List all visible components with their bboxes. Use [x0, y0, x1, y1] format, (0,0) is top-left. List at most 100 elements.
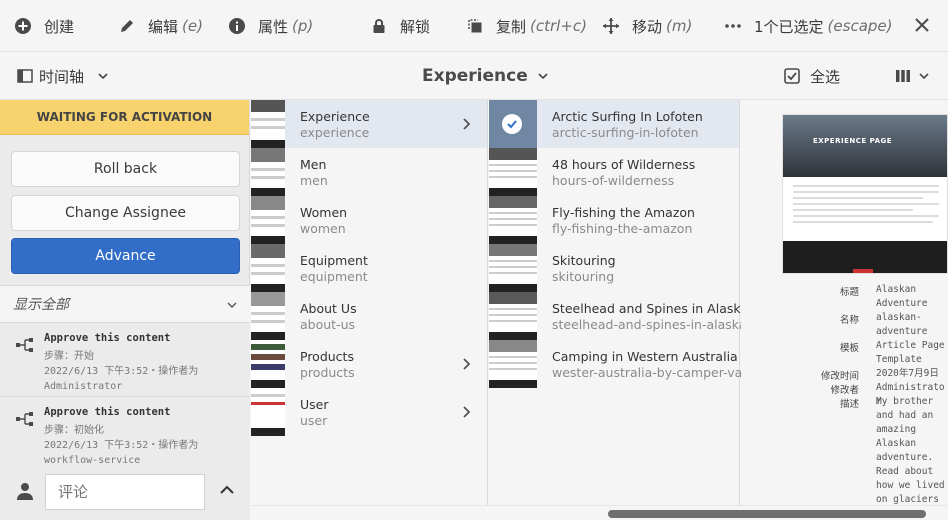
meta-value: My brother and had an amazing Alaskan ad… [876, 396, 945, 505]
column-item[interactable]: Steelhead and Spines in Alaska steelhead… [489, 292, 748, 340]
meta-label: 模板 [839, 343, 859, 354]
page-thumbnail [251, 244, 285, 292]
properties-label: 属性 [258, 17, 289, 36]
chevron-down-icon [538, 73, 548, 80]
entry-actor: workflow-service [44, 455, 141, 466]
meta-value: Article Page Template [876, 340, 945, 365]
checkbox-icon [784, 68, 800, 84]
advance-button[interactable]: Advance [11, 238, 240, 274]
page-thumbnail [489, 196, 537, 244]
chevron-right-icon [463, 358, 471, 370]
edit-label: 编辑 [148, 17, 179, 36]
item-name: user [300, 413, 328, 428]
page-title: Experience [422, 66, 528, 86]
copy-button[interactable]: 复制 (ctrl+c) [466, 0, 587, 52]
create-label: 创建 [44, 17, 75, 36]
move-shortcut: (m) [666, 17, 693, 35]
copy-label: 复制 [496, 17, 527, 36]
column-item[interactable]: About Us about-us [251, 292, 487, 340]
chevron-down-icon [919, 73, 929, 80]
chevron-down-icon [98, 73, 108, 80]
view-switcher[interactable] [895, 52, 929, 100]
column-item[interactable]: User user [251, 388, 487, 436]
edit-shortcut: (e) [182, 17, 203, 35]
workflow-icon [16, 338, 33, 352]
entry-details: 步骤：初始化 2022/6/13 下午3:52・操作者为 workflow-se… [44, 423, 198, 468]
meta-value: Alaskan Adventure [876, 284, 928, 309]
column-item[interactable]: Equipment equipment [251, 244, 487, 292]
column-item[interactable]: Men men [251, 148, 487, 196]
column-item[interactable]: 48 hours of Wilderness hours-of-wilderne… [489, 148, 739, 196]
item-name: skitouring [552, 269, 615, 284]
comment-bar [0, 470, 250, 520]
meta-value: alaskan-adventure [876, 312, 928, 337]
item-title: Camping in Western Australia [552, 349, 738, 364]
column-item[interactable]: Skitouring skitouring [489, 244, 739, 292]
page-thumbnail [251, 196, 285, 244]
info-icon [228, 17, 246, 35]
chevron-up-icon[interactable] [220, 485, 234, 495]
item-title: Steelhead and Spines in Alaska [552, 301, 749, 316]
properties-button[interactable]: 属性 (p) [228, 0, 313, 52]
column-item[interactable]: Camping in Western Australia wester-aust… [489, 340, 750, 388]
action-bar: 创建 编辑 (e) 属性 (p) 解锁 复制 (ctrl+c) 移动 (m) 1… [0, 0, 948, 52]
chevron-right-icon [463, 406, 471, 418]
rollback-button[interactable]: Roll back [11, 151, 240, 187]
item-title: Women [300, 205, 348, 220]
breadcrumb-title[interactable]: Experience [422, 52, 548, 100]
column-item[interactable]: Women women [251, 196, 487, 244]
preview-thumbnail: EXPERIENCE PAGE [782, 114, 948, 274]
timeline-rail: WAITING FOR ACTIVATION Roll back Change … [0, 100, 250, 520]
timeline-entry[interactable]: Approve this content 步骤：初始化 2022/6/13 下午… [0, 397, 250, 471]
timeline-toggle[interactable]: 时间轴 [17, 52, 108, 100]
entry-step: 步骤：开始 [44, 351, 94, 362]
workflow-icon [16, 412, 33, 426]
page-thumbnail [489, 340, 537, 388]
select-all-button[interactable]: 全选 [784, 52, 840, 100]
horizontal-scrollbar[interactable] [251, 505, 948, 520]
item-title: User [300, 397, 329, 412]
meta-value: 2020年7月9日 [876, 368, 939, 379]
copy-icon [466, 17, 484, 35]
entry-time: 2022/6/13 下午3:52・操作者为 [44, 366, 199, 377]
show-all-filter[interactable]: 显示全部 [0, 285, 250, 323]
item-title: Men [300, 157, 327, 172]
item-name: equipment [300, 269, 368, 284]
change-assignee-button[interactable]: Change Assignee [11, 195, 240, 231]
item-name: men [300, 173, 328, 188]
more-icon [724, 17, 742, 35]
properties-shortcut: (p) [292, 17, 314, 35]
meta-label: 名称 [839, 315, 859, 326]
item-name: arctic-surfing-in-lofoten [552, 125, 699, 140]
page-thumbnail [489, 148, 537, 196]
scrollbar-thumb[interactable] [608, 510, 926, 518]
workflow-status-banner: WAITING FOR ACTIVATION [0, 100, 249, 135]
comment-input[interactable] [45, 474, 205, 510]
item-title: About Us [300, 301, 357, 316]
selection-count[interactable]: 1个已选定 (escape) [724, 0, 892, 52]
column-item[interactable]: Arctic Surfing In Lofoten arctic-surfing… [489, 100, 739, 148]
view-bar: 时间轴 Experience 全选 [0, 52, 948, 100]
meta-label: 标题 [839, 287, 859, 298]
entry-actor: Administrator [44, 381, 123, 392]
edit-button[interactable]: 编辑 (e) [118, 0, 203, 52]
page-thumbnail [489, 100, 537, 148]
column-item[interactable]: Fly-fishing the Amazon fly-fishing-the-a… [489, 196, 739, 244]
close-icon[interactable] [912, 15, 932, 35]
timeline-entry[interactable]: Approve this content 步骤：开始 2022/6/13 下午3… [0, 323, 250, 397]
column-view-level-2: Arctic Surfing In Lofoten arctic-surfing… [489, 100, 750, 505]
entry-title: Approve this content [44, 406, 171, 418]
chevron-right-icon [463, 118, 471, 130]
create-button[interactable]: 创建 [14, 0, 74, 52]
column-view-level-1: Experience experience Men men Women wome… [251, 100, 488, 505]
column-item[interactable]: Products products [251, 340, 487, 388]
move-icon [602, 17, 620, 35]
page-thumbnail [489, 292, 537, 340]
move-button[interactable]: 移动 (m) [602, 0, 692, 52]
meta-label: 修改者 [830, 385, 859, 396]
column-item[interactable]: Experience experience [251, 100, 487, 148]
unlock-button[interactable]: 解锁 [370, 0, 430, 52]
item-name: fly-fishing-the-amazon [552, 221, 693, 236]
item-title: Fly-fishing the Amazon [552, 205, 695, 220]
item-title: Arctic Surfing In Lofoten [552, 109, 703, 124]
